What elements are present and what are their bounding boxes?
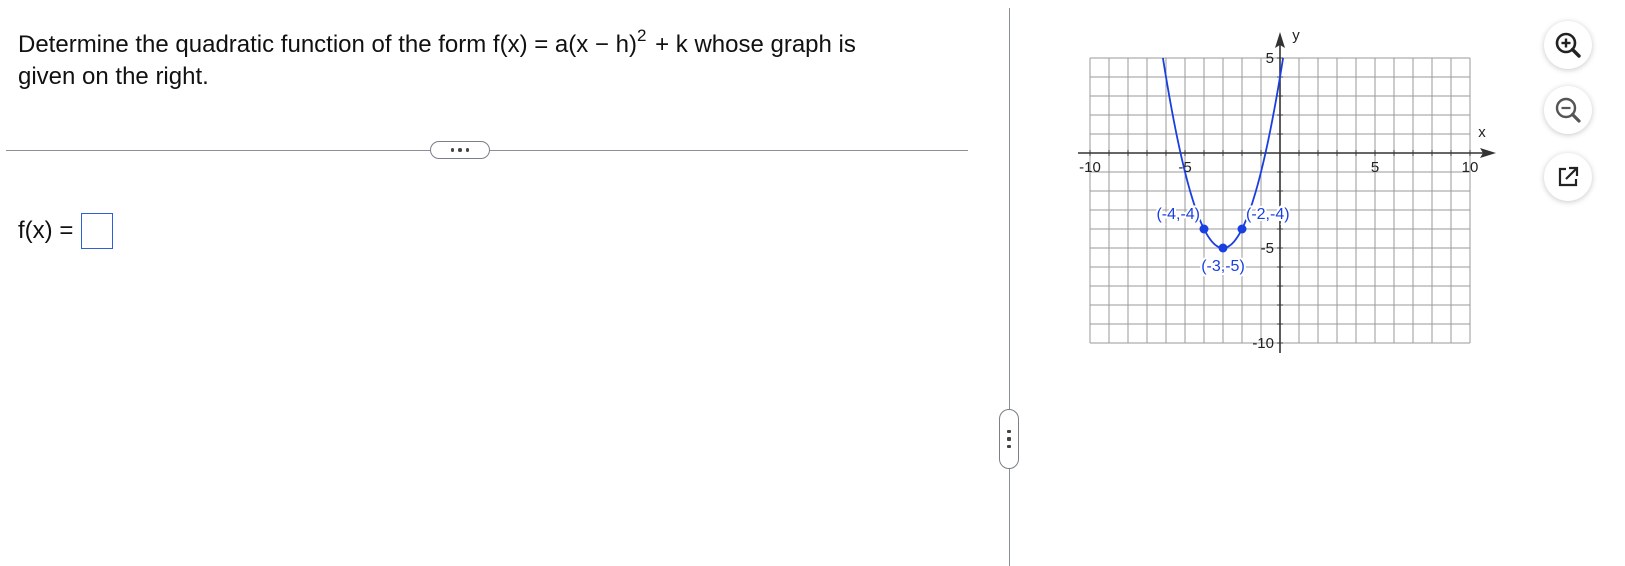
x-tick-label: 10 — [1462, 159, 1479, 176]
y-tick-label: -5 — [1261, 240, 1274, 257]
point-label: (-3,-5) — [1201, 258, 1245, 275]
zoom-out-icon — [1555, 97, 1581, 123]
pane-resizer-line — [1009, 8, 1010, 566]
y-tick-label: 5 — [1266, 50, 1274, 67]
question-pane: Determine the quadratic function of the … — [0, 0, 975, 566]
answer-input[interactable] — [81, 213, 114, 249]
question-exponent: 2 — [636, 26, 647, 45]
ellipsis-icon — [450, 148, 470, 152]
graph-point — [1199, 224, 1209, 234]
graph-tick-labels: xy-10 -5 5 105-5-10 — [1079, 27, 1486, 352]
point-label: (-4,-4) — [1156, 206, 1200, 223]
graph-point — [1218, 243, 1228, 253]
x-axis-label: x — [1478, 124, 1486, 141]
zoom-out-button[interactable] — [1544, 86, 1592, 134]
expand-more-button[interactable] — [430, 141, 490, 159]
answer-row: f(x) = — [18, 213, 114, 249]
x-tick-label: -10 — [1079, 159, 1101, 176]
graph-point — [1237, 224, 1247, 234]
vertical-ellipsis-icon — [1007, 429, 1011, 449]
external-link-icon — [1558, 166, 1579, 187]
question-text-part1: Determine the quadratic function of the … — [18, 31, 637, 58]
y-axis-label: y — [1292, 27, 1300, 44]
answer-label: f(x) = — [18, 217, 74, 244]
x-tick-label: 5 — [1371, 159, 1379, 176]
point-label: (-2,-4) — [1246, 206, 1290, 223]
zoom-in-icon — [1555, 32, 1581, 58]
y-tick-label: -10 — [1252, 335, 1274, 352]
graph: xy-10 -5 5 105-5-10 (-4,-4)(-4,-4) (-2,-4)(-… — [1078, 27, 1496, 353]
pane-resize-handle[interactable] — [999, 409, 1019, 469]
question-text: Determine the quadratic function of the … — [18, 26, 918, 93]
external-link-button[interactable] — [1544, 153, 1592, 201]
zoom-in-button[interactable] — [1544, 21, 1592, 69]
